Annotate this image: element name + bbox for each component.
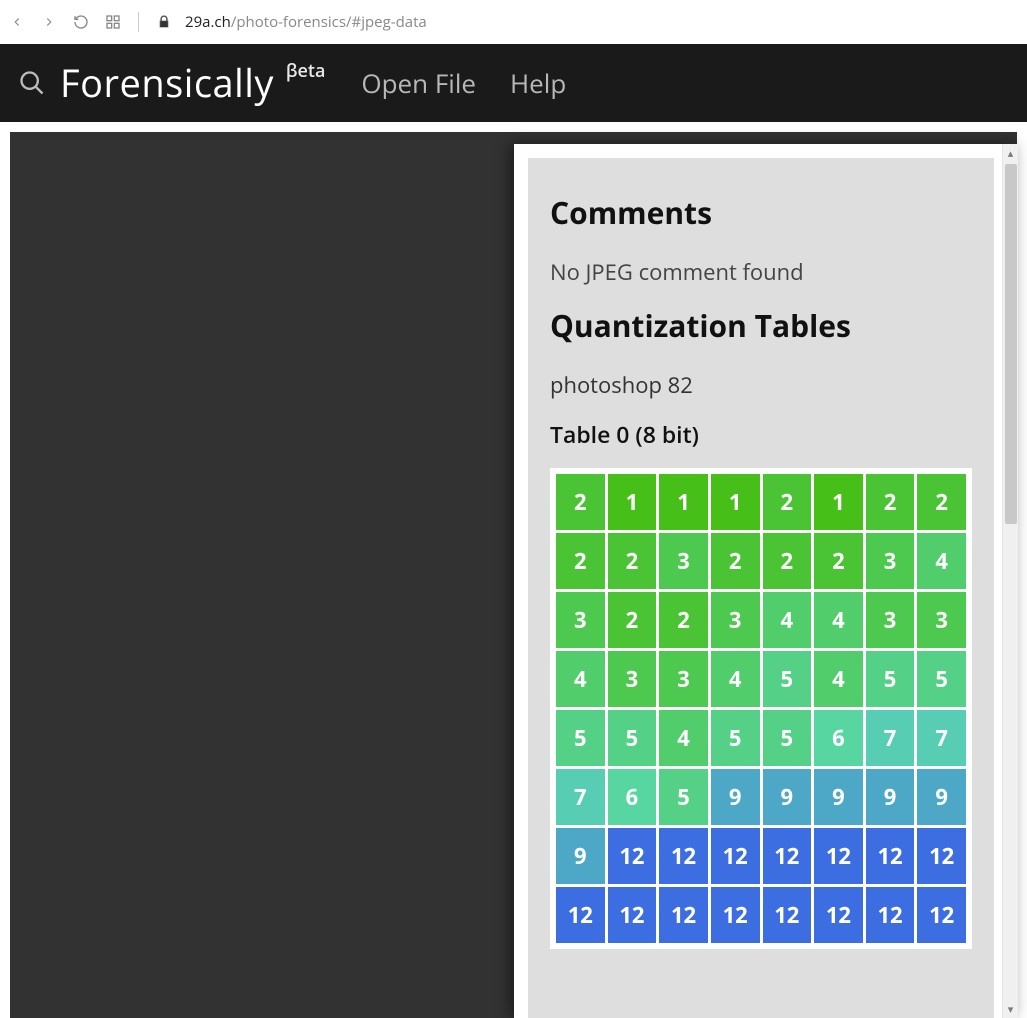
scrollbar[interactable]: ▴ ▾ (1002, 144, 1018, 1018)
quant-cell: 2 (556, 533, 605, 589)
quant-cell: 12 (763, 887, 812, 943)
quant-cell: 7 (866, 710, 915, 766)
quant-table-label: Table 0 (8 bit) (550, 418, 972, 450)
quant-detector: photoshop 82 (550, 370, 972, 400)
quant-cell: 9 (917, 769, 966, 825)
quant-cell: 12 (659, 828, 708, 884)
quant-cell: 4 (763, 592, 812, 648)
quant-cell: 12 (608, 887, 657, 943)
brand-badge: βeta (286, 59, 326, 83)
quant-cell: 4 (659, 710, 708, 766)
quant-table: 2111212222322234322344334334545555455677… (556, 474, 966, 943)
quant-cell: 5 (711, 710, 760, 766)
quant-cell: 6 (608, 769, 657, 825)
quant-cell: 1 (814, 474, 863, 530)
app-body: Comments No JPEG comment found Quantizat… (0, 122, 1027, 1018)
quant-cell: 4 (556, 651, 605, 707)
quant-cell: 5 (917, 651, 966, 707)
quant-cell: 2 (763, 533, 812, 589)
quant-cell: 2 (917, 474, 966, 530)
apps-icon[interactable] (102, 11, 124, 33)
side-panel: Comments No JPEG comment found Quantizat… (514, 144, 1018, 1018)
lock-icon (153, 11, 175, 33)
quant-cell: 5 (866, 651, 915, 707)
url-text[interactable]: 29a.ch/photo-forensics/#jpeg-data (185, 12, 427, 32)
quant-cell: 12 (814, 828, 863, 884)
quant-cell: 4 (814, 592, 863, 648)
quant-cell: 9 (763, 769, 812, 825)
menu-help[interactable]: Help (510, 65, 566, 101)
panel-content: Comments No JPEG comment found Quantizat… (528, 158, 994, 1018)
quant-cell: 5 (659, 769, 708, 825)
quant-cell: 12 (608, 828, 657, 884)
quant-cell: 6 (814, 710, 863, 766)
quant-cell: 9 (711, 769, 760, 825)
browser-address-bar: 29a.ch/photo-forensics/#jpeg-data (0, 0, 1027, 44)
quant-cell: 5 (608, 710, 657, 766)
comments-heading: Comments (550, 192, 972, 233)
quant-cell: 1 (711, 474, 760, 530)
reload-icon[interactable] (70, 11, 92, 33)
quant-cell: 3 (659, 533, 708, 589)
scroll-up-icon[interactable]: ▴ (1003, 144, 1019, 162)
quant-cell: 12 (917, 828, 966, 884)
quant-cell: 2 (608, 592, 657, 648)
quant-table-wrap: 2111212222322234322344334334545555455677… (550, 468, 972, 949)
quant-cell: 2 (763, 474, 812, 530)
quant-cell: 12 (763, 828, 812, 884)
comments-message: No JPEG comment found (550, 257, 972, 287)
quant-heading: Quantization Tables (550, 305, 972, 346)
quant-cell: 2 (659, 592, 708, 648)
quant-cell: 3 (866, 592, 915, 648)
quant-cell: 9 (866, 769, 915, 825)
quant-cell: 4 (711, 651, 760, 707)
quant-cell: 12 (659, 887, 708, 943)
magnifier-icon (18, 69, 46, 97)
quant-cell: 4 (814, 651, 863, 707)
quant-cell: 1 (608, 474, 657, 530)
quant-cell: 7 (917, 710, 966, 766)
brand-name: Forensically (60, 57, 274, 109)
quant-cell: 2 (711, 533, 760, 589)
quant-cell: 3 (659, 651, 708, 707)
scroll-down-icon[interactable]: ▾ (1003, 1000, 1019, 1018)
menu-open-file[interactable]: Open File (361, 65, 476, 101)
app-header: Forensically βeta Open File Help (0, 44, 1027, 122)
scroll-thumb[interactable] (1005, 164, 1017, 524)
quant-cell: 2 (556, 474, 605, 530)
brand[interactable]: Forensically βeta (18, 57, 327, 109)
quant-cell: 12 (814, 887, 863, 943)
quant-cell: 12 (711, 828, 760, 884)
quant-cell: 9 (814, 769, 863, 825)
quant-cell: 2 (608, 533, 657, 589)
quant-cell: 5 (556, 710, 605, 766)
quant-cell: 12 (866, 887, 915, 943)
quant-cell: 1 (659, 474, 708, 530)
quant-cell: 3 (556, 592, 605, 648)
quant-cell: 3 (917, 592, 966, 648)
quant-cell: 3 (608, 651, 657, 707)
quant-cell: 9 (556, 828, 605, 884)
quant-cell: 2 (814, 533, 863, 589)
url-path: /photo-forensics/#jpeg-data (231, 12, 427, 32)
quant-cell: 12 (556, 887, 605, 943)
quant-cell: 2 (866, 474, 915, 530)
quant-cell: 12 (711, 887, 760, 943)
back-icon[interactable] (6, 11, 28, 33)
quant-cell: 5 (763, 651, 812, 707)
quant-cell: 12 (917, 887, 966, 943)
url-host: 29a.ch (185, 12, 231, 32)
forward-icon[interactable] (38, 11, 60, 33)
quant-cell: 12 (866, 828, 915, 884)
quant-cell: 7 (556, 769, 605, 825)
quant-cell: 4 (917, 533, 966, 589)
quant-cell: 3 (711, 592, 760, 648)
quant-cell: 3 (866, 533, 915, 589)
separator (138, 12, 139, 32)
quant-cell: 5 (763, 710, 812, 766)
